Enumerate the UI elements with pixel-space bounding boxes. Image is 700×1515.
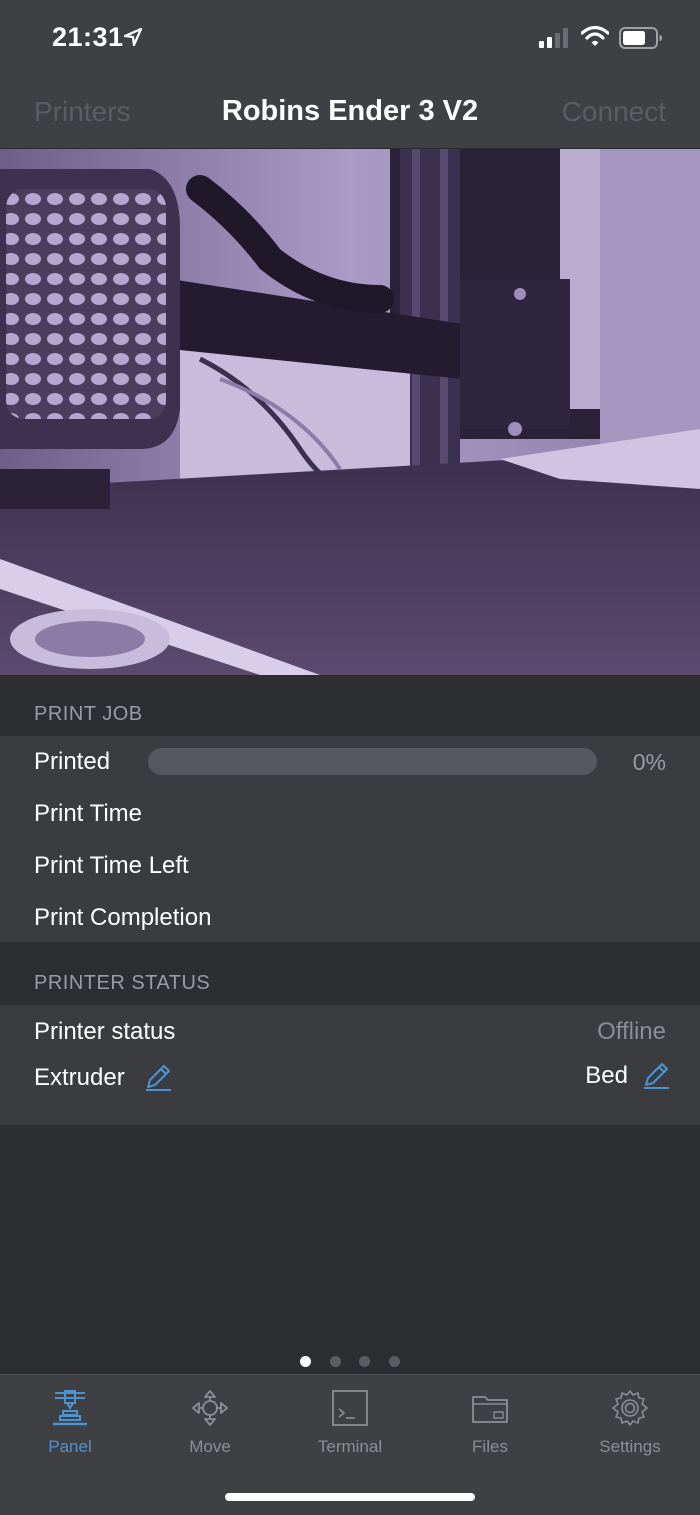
print-job-title: PRINT JOB <box>34 703 143 725</box>
extruder-label: Extruder <box>34 1064 125 1091</box>
print-completion-label: Print Completion <box>34 904 212 931</box>
location-arrow-icon <box>123 27 143 47</box>
terminal-icon <box>332 1390 368 1426</box>
tab-terminal[interactable]: Terminal <box>280 1375 420 1471</box>
tab-panel[interactable]: Panel <box>0 1375 140 1471</box>
tab-files[interactable]: Files <box>420 1375 560 1471</box>
tab-move[interactable]: Move <box>140 1375 280 1471</box>
camera-feed-image <box>0 149 700 675</box>
tab-panel-label: Panel <box>48 1437 92 1456</box>
battery-icon <box>619 27 662 49</box>
tab-files-label: Files <box>472 1437 508 1456</box>
printer-status-value: Offline <box>597 1018 666 1045</box>
wifi-icon <box>581 25 609 46</box>
page-dot-2[interactable] <box>330 1356 341 1367</box>
printer-status-label: Printer status <box>34 1018 176 1045</box>
move-arrows-icon <box>192 1390 228 1426</box>
print-time-label: Print Time <box>34 800 143 827</box>
print-job-header: PRINT JOB <box>0 675 700 736</box>
bed-edit-pencil-icon[interactable] <box>641 1060 671 1090</box>
extruder-edit-pencil-icon[interactable] <box>143 1062 173 1092</box>
page-indicator[interactable] <box>0 1356 700 1368</box>
printer-status-section: Printer status Offline Extruder Bed <box>0 1005 700 1125</box>
camera-feed[interactable] <box>0 149 700 675</box>
home-indicator[interactable] <box>225 1493 475 1501</box>
tab-terminal-label: Terminal <box>317 1437 383 1456</box>
tab-move-label: Move <box>189 1437 231 1456</box>
print-time-left-label: Print Time Left <box>34 852 189 879</box>
page-dot-4[interactable] <box>389 1356 400 1367</box>
printer-status-header: PRINTER STATUS <box>0 942 700 1005</box>
printed-label: Printed <box>34 748 111 775</box>
tab-settings-label: Settings <box>599 1437 661 1456</box>
bed-label: Bed <box>585 1062 628 1089</box>
printed-percentage: 0% <box>632 749 666 775</box>
printer-status-title: PRINTER STATUS <box>34 972 211 994</box>
tab-settings[interactable]: Settings <box>560 1375 700 1471</box>
navigation-bar: Printers Robins Ender 3 V2 Connect <box>0 76 700 149</box>
page-dot-3[interactable] <box>359 1356 370 1367</box>
connect-button[interactable]: Connect <box>562 96 666 128</box>
cellular-signal-icon <box>539 28 568 48</box>
gear-icon <box>612 1390 648 1426</box>
folder-icon <box>472 1396 508 1423</box>
status-bar: 21:31 <box>0 0 700 76</box>
printer-icon <box>53 1390 87 1426</box>
status-time: 21:31 <box>52 22 124 52</box>
print-progress-bar <box>148 748 597 775</box>
page-dot-1[interactable] <box>300 1356 311 1367</box>
print-job-section: Printed 0% Print Time Print Time Left Pr… <box>0 736 700 942</box>
